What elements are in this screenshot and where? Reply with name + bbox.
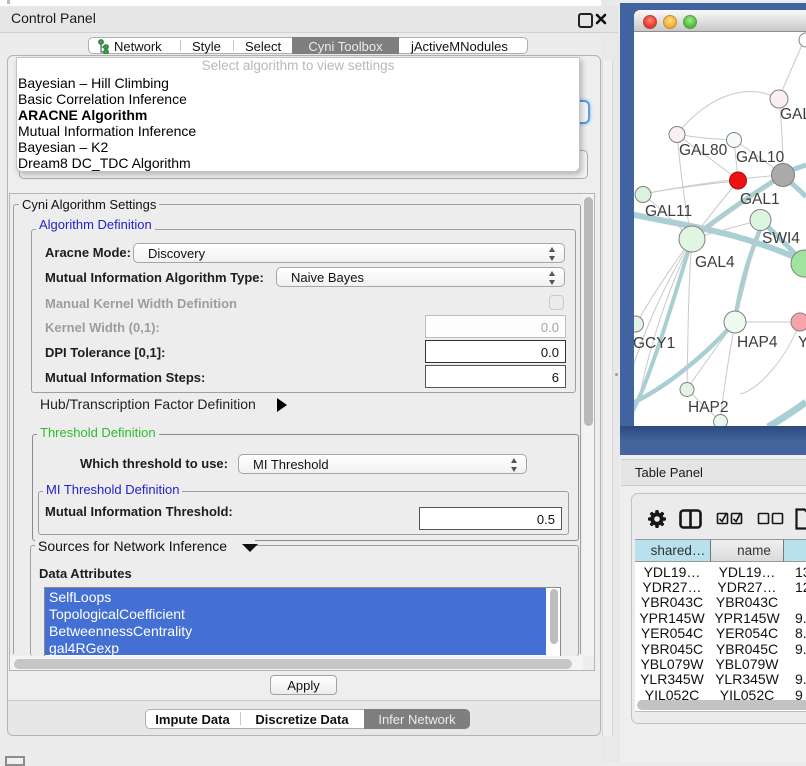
svg-text:GAL4: GAL4 [695, 254, 735, 271]
svg-text:HAP4: HAP4 [737, 334, 778, 351]
svg-text:GCY1: GCY1 [634, 335, 675, 352]
svg-text:GAL11: GAL11 [645, 203, 692, 220]
svg-text:GAL10: GAL10 [736, 149, 785, 166]
svg-text:YM: YM [798, 334, 806, 351]
svg-text:GAL1: GAL1 [740, 191, 780, 208]
svg-text:SWI4: SWI4 [762, 230, 800, 247]
svg-text:GAL80: GAL80 [679, 142, 728, 159]
svg-text:GAL7: GAL7 [780, 106, 806, 123]
svg-text:HAP2: HAP2 [688, 399, 729, 416]
